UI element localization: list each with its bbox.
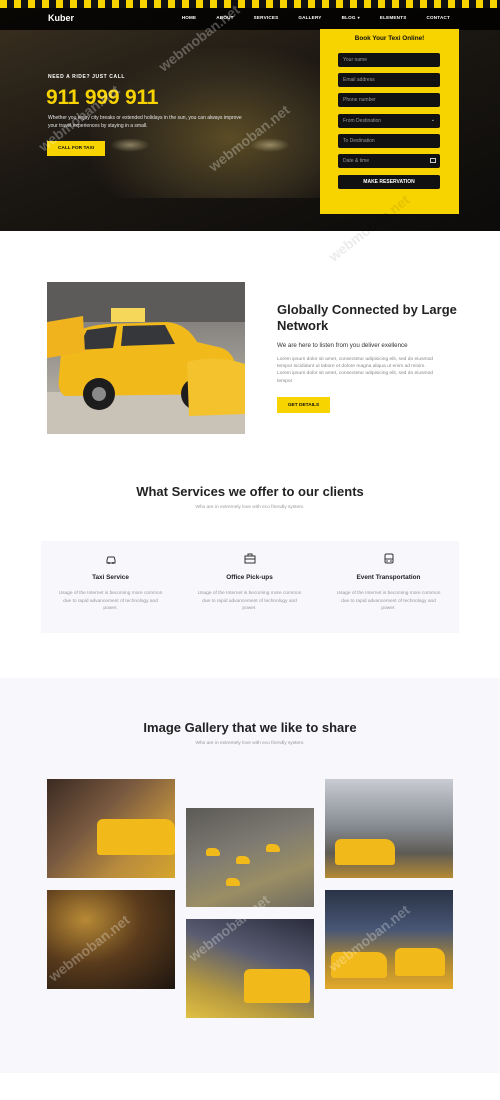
taxi-shape [244,969,310,1003]
taxi-shape [97,819,175,855]
nav-elements[interactable]: ELEMENTS [380,15,407,20]
hero-phone-number: 911 999 911 [46,86,159,109]
taxi-shape [206,848,220,856]
taxi-shape [335,839,395,865]
service-name: Office Pick-ups [226,574,273,581]
hero-description: Whether you enjoy city breaks or extende… [48,115,242,129]
booking-title: Book Your Texi Online! [354,35,425,42]
chevron-down-icon: ▾ [357,15,360,20]
from-destination-select[interactable]: From Destination ⌄ [338,114,440,128]
gallery-subtitle: Who are in extremely love with eco frien… [195,741,305,746]
brand-logo[interactable]: Kuber [48,13,74,23]
about-body: Lorem ipsum dolor sit amet, consectetur … [277,357,434,384]
taxi-shape [395,948,445,976]
bus-icon [384,553,393,564]
phone-input[interactable]: Phone number [338,93,440,107]
service-description: Usage of the Internet is becoming more c… [58,591,163,612]
gallery-image-3[interactable] [325,779,453,878]
booking-form: Book Your Texi Online! Your name Email a… [320,29,459,214]
service-name: Taxi Service [92,574,129,581]
briefcase-icon [244,553,255,564]
get-details-button[interactable]: GET DETAILS [277,397,330,413]
about-title: Globally Connected by Large Network [277,302,457,333]
nav-about[interactable]: ABOUT [216,15,233,20]
hero-headlight [110,138,150,152]
nav-contact[interactable]: CONTACT [426,15,450,20]
service-description: Usage of the Internet is becoming more c… [336,591,441,612]
nav-services[interactable]: SERVICES [254,15,279,20]
from-destination-label: From Destination [343,118,382,124]
services-title: What Services we offer to our clients [136,484,364,499]
gallery-image-5[interactable] [186,919,314,1018]
top-navbar: Kuber HOME ABOUT SERVICES GALLERY BLOG ▾ … [0,8,500,30]
taxi-shape [226,878,240,886]
taxi-icon [106,556,115,564]
gallery-image-2[interactable] [186,808,314,907]
calendar-icon [430,158,436,163]
nav-home[interactable]: HOME [182,15,197,20]
taxi-shape [266,844,280,852]
nav-blog[interactable]: BLOG ▾ [342,15,360,20]
make-reservation-button[interactable]: MAKE RESERVATION [338,175,440,189]
datetime-label: Date & time [343,158,370,164]
email-input[interactable]: Email address [338,73,440,87]
gallery-image-6[interactable] [325,890,453,989]
about-taxi-image [47,282,245,434]
call-for-taxi-button[interactable]: CALL FOR TAXI [47,141,105,156]
about-subtitle: We are here to listen from you deliver e… [277,342,408,349]
taxi-shape [331,952,387,978]
hero-headlight [250,138,290,152]
service-card-taxi: Taxi Service Usage of the Internet is be… [41,553,180,613]
taxi-shape [236,856,250,864]
taxi-illustration [47,282,245,434]
service-card-office: Office Pick-ups Usage of the Internet is… [180,553,319,613]
datetime-input[interactable]: Date & time [338,154,440,168]
page: Kuber HOME ABOUT SERVICES GALLERY BLOG ▾ … [0,0,500,1100]
nav-blog-label: BLOG [341,15,356,20]
to-destination-input[interactable]: To Destination [338,134,440,148]
services-subtitle: Who are in extremely love with eco frien… [195,505,305,510]
service-name: Event Transportation [356,574,421,581]
main-menu: HOME ABOUT SERVICES GALLERY BLOG ▾ ELEMEN… [162,15,450,20]
gallery-image-1[interactable] [47,779,175,878]
name-input[interactable]: Your name [338,53,440,67]
nav-gallery[interactable]: GALLERY [298,15,321,20]
hero-kicker: NEED A RIDE? JUST CALL [48,74,125,80]
service-description: Usage of the Internet is becoming more c… [197,591,302,612]
chevron-down-icon: ⌄ [430,117,435,123]
gallery-title: Image Gallery that we like to share [143,720,357,735]
service-card-event: Event Transportation Usage of the Intern… [319,553,458,613]
checker-stripe [0,0,500,8]
gallery-image-4[interactable] [47,890,175,989]
